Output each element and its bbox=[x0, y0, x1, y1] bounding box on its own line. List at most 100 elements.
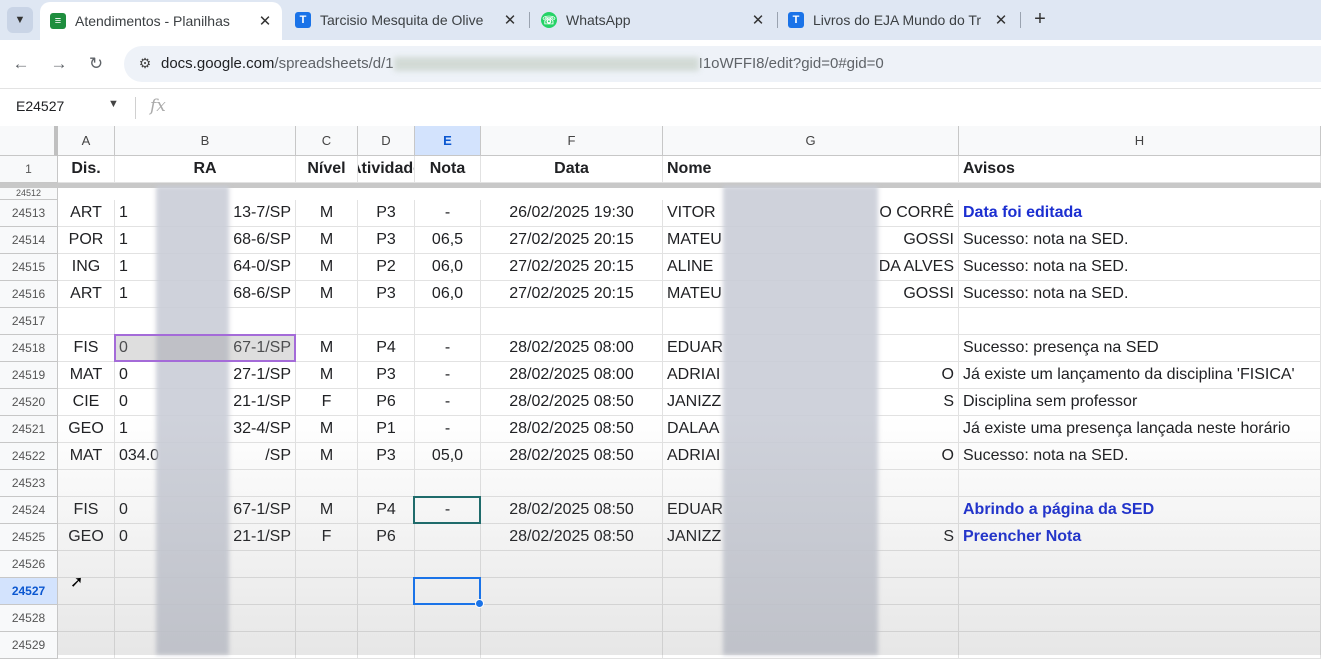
nivel-cell[interactable] bbox=[296, 470, 358, 497]
dis-cell[interactable] bbox=[58, 578, 115, 605]
data-cell[interactable]: 27/02/2025 20:15 bbox=[481, 254, 663, 281]
nivel-cell[interactable]: M bbox=[296, 335, 358, 362]
caret-down-icon[interactable]: ▼ bbox=[108, 98, 119, 110]
tab-tarcisio[interactable]: T Tarcisio Mesquita de Olive ✕ bbox=[285, 0, 527, 40]
nivel-cell[interactable] bbox=[296, 578, 358, 605]
header-cell-d[interactable]: Atividade bbox=[358, 156, 415, 183]
close-icon[interactable]: ✕ bbox=[256, 12, 274, 30]
row-header[interactable]: 24527 bbox=[0, 578, 58, 605]
atividade-cell[interactable]: P3 bbox=[358, 443, 415, 470]
header-cell-c[interactable]: Nível bbox=[296, 156, 358, 183]
dis-cell[interactable]: ART bbox=[58, 281, 115, 308]
avisos-cell[interactable]: Já existe uma presença lançada neste hor… bbox=[959, 416, 1321, 443]
nivel-cell[interactable]: M bbox=[296, 227, 358, 254]
data-cell[interactable]: 27/02/2025 20:15 bbox=[481, 281, 663, 308]
nivel-cell[interactable] bbox=[296, 605, 358, 632]
new-tab-button[interactable]: + bbox=[1029, 8, 1051, 30]
nota-cell[interactable]: 06,0 bbox=[415, 254, 481, 281]
row-header[interactable]: 24524 bbox=[0, 497, 58, 524]
atividade-cell[interactable]: P3 bbox=[358, 362, 415, 389]
data-cell[interactable]: 28/02/2025 08:50 bbox=[481, 416, 663, 443]
header-cell-a[interactable]: Dis. bbox=[58, 156, 115, 183]
column-header-f[interactable]: F bbox=[481, 126, 663, 156]
fill-handle[interactable] bbox=[475, 599, 484, 608]
site-settings-icon[interactable]: ⚙ bbox=[136, 55, 154, 73]
data-cell[interactable]: 28/02/2025 08:50 bbox=[481, 497, 663, 524]
avisos-cell[interactable]: Já existe um lançamento da disciplina 'F… bbox=[959, 362, 1321, 389]
nota-cell[interactable]: - bbox=[415, 389, 481, 416]
row-header[interactable]: 24516 bbox=[0, 281, 58, 308]
dis-cell[interactable] bbox=[58, 308, 115, 335]
tab-livros-eja[interactable]: T Livros do EJA Mundo do Tr ✕ bbox=[778, 0, 1018, 40]
dis-cell[interactable]: ART bbox=[58, 200, 115, 227]
header-cell-f[interactable]: Data bbox=[481, 156, 663, 183]
range-selection[interactable] bbox=[114, 334, 296, 362]
select-all-corner[interactable] bbox=[0, 126, 58, 156]
row-header[interactable]: 1 bbox=[0, 156, 58, 183]
nivel-cell[interactable]: M bbox=[296, 254, 358, 281]
data-cell[interactable] bbox=[481, 605, 663, 632]
data-cell[interactable]: 27/02/2025 20:15 bbox=[481, 227, 663, 254]
avisos-cell[interactable] bbox=[959, 308, 1321, 335]
atividade-cell[interactable] bbox=[358, 578, 415, 605]
collaborator-cursor-cell[interactable] bbox=[413, 496, 481, 524]
atividade-cell[interactable] bbox=[358, 605, 415, 632]
atividade-cell[interactable]: P2 bbox=[358, 254, 415, 281]
row-header[interactable]: 24521 bbox=[0, 416, 58, 443]
avisos-cell[interactable]: Sucesso: presença na SED bbox=[959, 335, 1321, 362]
close-icon[interactable]: ✕ bbox=[501, 11, 519, 29]
close-icon[interactable]: ✕ bbox=[749, 11, 767, 29]
atividade-cell[interactable] bbox=[358, 551, 415, 578]
data-cell[interactable]: 28/02/2025 08:50 bbox=[481, 443, 663, 470]
atividade-cell[interactable] bbox=[358, 470, 415, 497]
data-cell[interactable]: 28/02/2025 08:50 bbox=[481, 389, 663, 416]
dis-cell[interactable] bbox=[58, 470, 115, 497]
dis-cell[interactable]: MAT bbox=[58, 443, 115, 470]
nota-cell[interactable]: - bbox=[415, 335, 481, 362]
nota-cell[interactable]: 06,0 bbox=[415, 281, 481, 308]
atividade-cell[interactable]: P3 bbox=[358, 281, 415, 308]
header-cell-b[interactable]: RA bbox=[115, 156, 296, 183]
nota-cell[interactable] bbox=[415, 308, 481, 335]
row-header[interactable]: 24522 bbox=[0, 443, 58, 470]
nivel-cell[interactable]: M bbox=[296, 416, 358, 443]
dis-cell[interactable] bbox=[58, 551, 115, 578]
avisos-cell[interactable]: Preencher Nota bbox=[959, 524, 1321, 551]
column-header-d[interactable]: D bbox=[358, 126, 415, 156]
row-header[interactable]: 24526 bbox=[0, 551, 58, 578]
nivel-cell[interactable]: M bbox=[296, 281, 358, 308]
avisos-cell[interactable]: Sucesso: nota na SED. bbox=[959, 443, 1321, 470]
avisos-cell[interactable]: Sucesso: nota na SED. bbox=[959, 281, 1321, 308]
avisos-cell[interactable] bbox=[959, 578, 1321, 605]
row-header[interactable]: 24513 bbox=[0, 200, 58, 227]
column-header-e[interactable]: E bbox=[415, 126, 481, 156]
avisos-cell[interactable] bbox=[959, 470, 1321, 497]
nota-cell[interactable] bbox=[415, 551, 481, 578]
header-cell-g[interactable]: Nome bbox=[663, 156, 959, 183]
name-box[interactable]: E24527 bbox=[16, 98, 64, 114]
column-header-g[interactable]: G bbox=[663, 126, 959, 156]
dis-cell[interactable]: GEO bbox=[58, 524, 115, 551]
row-header[interactable]: 24519 bbox=[0, 362, 58, 389]
avisos-cell[interactable]: Sucesso: nota na SED. bbox=[959, 227, 1321, 254]
avisos-cell[interactable] bbox=[959, 605, 1321, 632]
data-cell[interactable]: 28/02/2025 08:50 bbox=[481, 524, 663, 551]
data-cell[interactable] bbox=[481, 470, 663, 497]
nota-cell[interactable]: - bbox=[415, 416, 481, 443]
spreadsheet-grid[interactable]: ABCDEFGH1Dis.RANívelAtividadeNotaDataNom… bbox=[0, 126, 1321, 659]
data-cell[interactable]: 26/02/2025 19:30 bbox=[481, 200, 663, 227]
active-cell-selection[interactable] bbox=[413, 577, 481, 605]
dis-cell[interactable]: ING bbox=[58, 254, 115, 281]
tab-search-button[interactable]: ▼ bbox=[7, 7, 33, 33]
tab-whatsapp[interactable]: ☏ WhatsApp ✕ bbox=[531, 0, 775, 40]
row-header[interactable]: 24523 bbox=[0, 470, 58, 497]
nivel-cell[interactable]: M bbox=[296, 443, 358, 470]
reload-icon[interactable]: ↻ bbox=[86, 54, 106, 74]
tab-atendimentos[interactable]: ≡ Atendimentos - Planilhas ✕ bbox=[40, 2, 282, 40]
avisos-cell[interactable]: Sucesso: nota na SED. bbox=[959, 254, 1321, 281]
data-cell[interactable] bbox=[481, 551, 663, 578]
header-cell-e[interactable]: Nota bbox=[415, 156, 481, 183]
dis-cell[interactable] bbox=[58, 605, 115, 632]
dis-cell[interactable]: FIS bbox=[58, 497, 115, 524]
column-header-b[interactable]: B bbox=[115, 126, 296, 156]
